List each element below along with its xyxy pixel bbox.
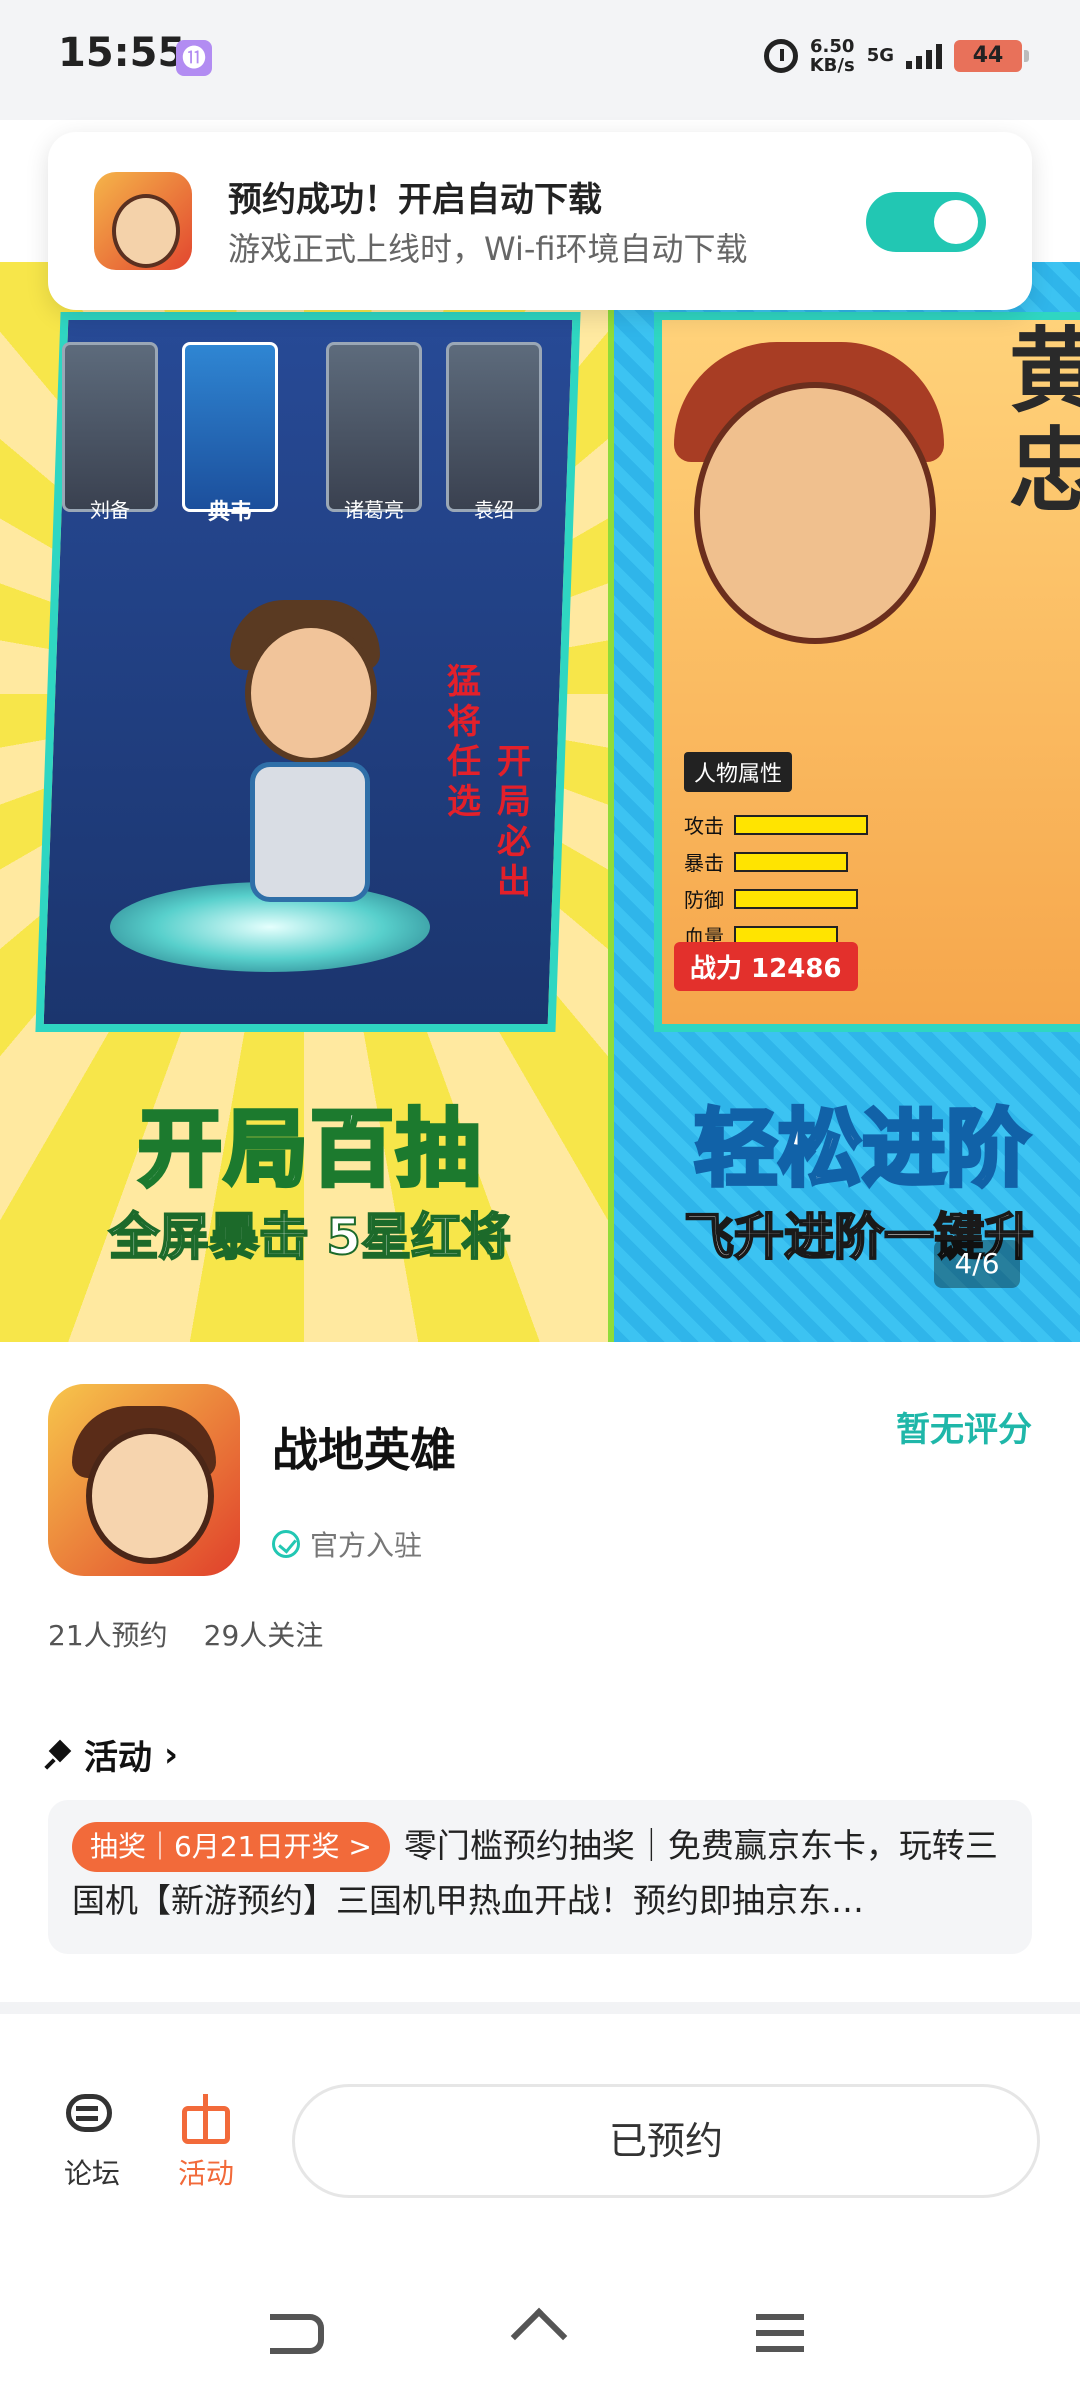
follower-count: 29人关注 [203,1619,324,1652]
banner-side-text: 开局必出 [497,742,531,902]
system-navigation-bar [0,2290,1080,2400]
official-badge: 官方入驻 [272,1524,422,1564]
hero-card-selected [182,342,278,512]
menu-icon[interactable] [756,2314,804,2352]
gallery-image-2[interactable]: 黄忠 人物属性 攻击 暴击 防御 血量 战力 12486 轻松进阶 飞升进阶一键… [614,262,1080,1342]
gallery-pager: 4/6 [934,1240,1020,1288]
rating-label[interactable]: 暂无评分 [896,1402,1032,1451]
hero-name: 诸葛亮 [344,498,404,522]
attribute-label: 攻击 [684,814,724,838]
game-name: 战地英雄 [272,1423,456,1477]
activity-section-header[interactable]: 活动 › [48,1730,178,1779]
banner-hero-name: 黄忠 [1009,318,1080,525]
attribute-header: 人物属性 [684,752,793,792]
hero-name: 袁绍 [474,498,514,522]
banner-title: 轻松进阶 [692,1098,1032,1200]
battery-icon: 44 [954,40,1029,72]
screenshot-gallery[interactable]: 刘备 典韦 诸葛亮 袁绍 猛将任选 开局必出 开局百抽 全屏暴击 5星红将 黄忠… [0,262,1080,1342]
banner-subtitle: 全屏暴击 5星红将 [108,1207,512,1267]
chat-bubble-icon [64,2090,120,2146]
activity-card[interactable]: 抽奖｜6月21日开奖 > 零门槛预约抽奖｜免费赢京东卡，玩转三国机【新游预约】三国… [48,1800,1032,1954]
hero-card [446,342,542,512]
check-circle-icon [272,1530,300,1558]
activity-tab-label: 活动 [177,2157,234,2190]
app-notification-icon: ⓫ [176,40,212,76]
activity-tab[interactable]: 活动 [156,2090,256,2192]
chevron-right-icon: › [164,1734,179,1775]
attribute-label: 防御 [684,888,724,912]
status-indicators: 6.50 KB/s 5G 44 [763,34,1029,78]
hero-character-face [694,382,936,644]
activity-header-label: 活动 [84,1738,152,1778]
pin-icon [48,1743,72,1767]
back-icon[interactable] [270,2314,324,2354]
auto-download-toggle[interactable] [866,192,986,252]
hero-card [62,342,158,512]
status-time: 15:55 [58,30,186,76]
hero-name: 典韦 [207,500,252,525]
banner-title: 开局百抽 [136,1098,482,1200]
hero-character-image [190,592,420,922]
section-divider [0,2002,1080,2014]
gallery-image-1[interactable]: 刘备 典韦 诸葛亮 袁绍 猛将任选 开局必出 开局百抽 全屏暴击 5星红将 [0,262,608,1342]
net-speed-value: 6.50 [809,36,855,57]
home-icon[interactable] [510,2310,568,2356]
network-type: 5G [866,45,894,66]
game-icon-small [94,172,192,270]
official-label: 官方入驻 [310,1529,423,1562]
banner-side-text: 猛将任选 [447,662,481,822]
forum-tab-label: 论坛 [63,2157,120,2190]
game-icon [48,1384,240,1576]
forum-tab[interactable]: 论坛 [42,2090,142,2192]
attribute-label: 暴击 [684,851,724,875]
reserved-button[interactable]: 已预约 [292,2084,1040,2198]
hero-name: 刘备 [90,498,130,522]
attribute-panel: 人物属性 攻击 暴击 防御 血量 [684,752,944,958]
gift-icon [178,2090,234,2146]
toast-subtitle: 游戏正式上线时，Wi-fi环境自动下载 [228,230,748,268]
activity-content: 抽奖｜6月21日开奖 > 零门槛预约抽奖｜免费赢京东卡，玩转三国机【新游预约】三国… [72,1818,1008,1928]
reservation-count: 21人预约 [48,1619,168,1652]
toast-title: 预约成功！开启自动下载 [228,180,602,220]
status-bar: 15:55 ⓫ 6.50 KB/s 5G 44 [0,0,1080,120]
signal-icon [906,43,942,69]
alarm-icon [763,39,798,73]
hero-card [326,342,422,512]
activity-tag[interactable]: 抽奖｜6月21日开奖 > [72,1822,390,1872]
reservation-toast: 预约成功！开启自动下载 游戏正式上线时，Wi-fi环境自动下载 [48,132,1032,310]
combat-power: 战力 12486 [674,942,858,991]
net-speed: 6.50 KB/s [810,37,855,75]
game-stats: 21人预约 29人关注 [48,1614,323,1654]
net-speed-unit: KB/s [809,55,855,76]
